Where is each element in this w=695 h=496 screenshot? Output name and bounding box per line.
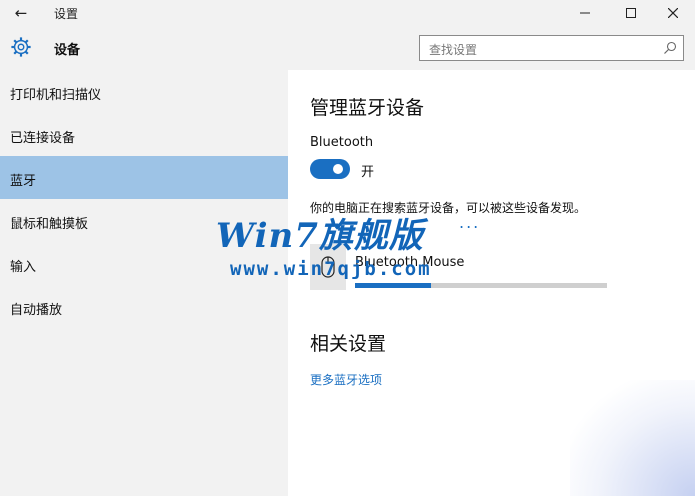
sidebar-item-bluetooth[interactable]: 蓝牙	[0, 156, 288, 199]
back-button[interactable]: ←	[8, 3, 34, 23]
discovery-status-text: 你的电脑正在搜索蓝牙设备，可以被这些设备发现。	[310, 201, 587, 215]
maximize-button[interactable]	[608, 0, 654, 26]
search-placeholder: 查找设置	[429, 43, 478, 57]
searching-indicator: ...	[459, 213, 481, 232]
sidebar-item-autoplay[interactable]: 自动播放	[0, 285, 288, 328]
sidebar-item-label: 输入	[10, 260, 37, 275]
sidebar-item-label: 蓝牙	[10, 174, 37, 189]
search-input[interactable]: 查找设置	[419, 35, 684, 61]
window-title: 设置	[54, 7, 79, 21]
toggle-state-label: 开	[361, 165, 375, 180]
sidebar-item-connected-devices[interactable]: 已连接设备	[0, 113, 288, 156]
toggle-knob	[333, 164, 343, 174]
minimize-button[interactable]	[562, 0, 608, 26]
search-icon[interactable]	[663, 41, 677, 55]
back-arrow-icon: ←	[14, 4, 28, 22]
sidebar-item-label: 自动播放	[10, 303, 63, 318]
mouse-icon	[321, 256, 335, 278]
minimize-icon	[580, 12, 590, 14]
device-icon-tile	[310, 244, 346, 290]
sidebar-item-label: 打印机和扫描仪	[10, 88, 102, 103]
bluetooth-toggle[interactable]	[310, 159, 350, 179]
bluetooth-label: Bluetooth	[310, 135, 374, 150]
title-bar: ← 设置	[0, 0, 695, 26]
page-header: 设备 查找设置	[0, 26, 695, 70]
sidebar-item-label: 鼠标和触摸板	[10, 217, 89, 232]
sidebar-item-printers-scanners[interactable]: 打印机和扫描仪	[0, 70, 288, 113]
maximize-icon	[626, 8, 636, 18]
device-pairing-progress	[355, 283, 607, 288]
progress-fill	[355, 283, 431, 288]
gear-icon	[11, 37, 31, 57]
device-item[interactable]: Bluetooth Mouse	[310, 244, 610, 290]
section-title: 管理蓝牙设备	[310, 97, 425, 119]
page-title: 设备	[54, 43, 81, 58]
device-name: Bluetooth Mouse	[355, 255, 465, 270]
close-icon	[668, 8, 678, 18]
related-settings-title: 相关设置	[310, 333, 387, 355]
sidebar: 打印机和扫描仪 已连接设备 蓝牙 鼠标和触摸板 输入 自动播放	[0, 70, 288, 496]
close-button[interactable]	[650, 0, 695, 26]
more-bluetooth-options-link[interactable]: 更多蓝牙选项	[310, 371, 382, 388]
sidebar-item-label: 已连接设备	[10, 131, 76, 146]
sidebar-item-typing[interactable]: 输入	[0, 242, 288, 285]
sidebar-item-mouse-touchpad[interactable]: 鼠标和触摸板	[0, 199, 288, 242]
